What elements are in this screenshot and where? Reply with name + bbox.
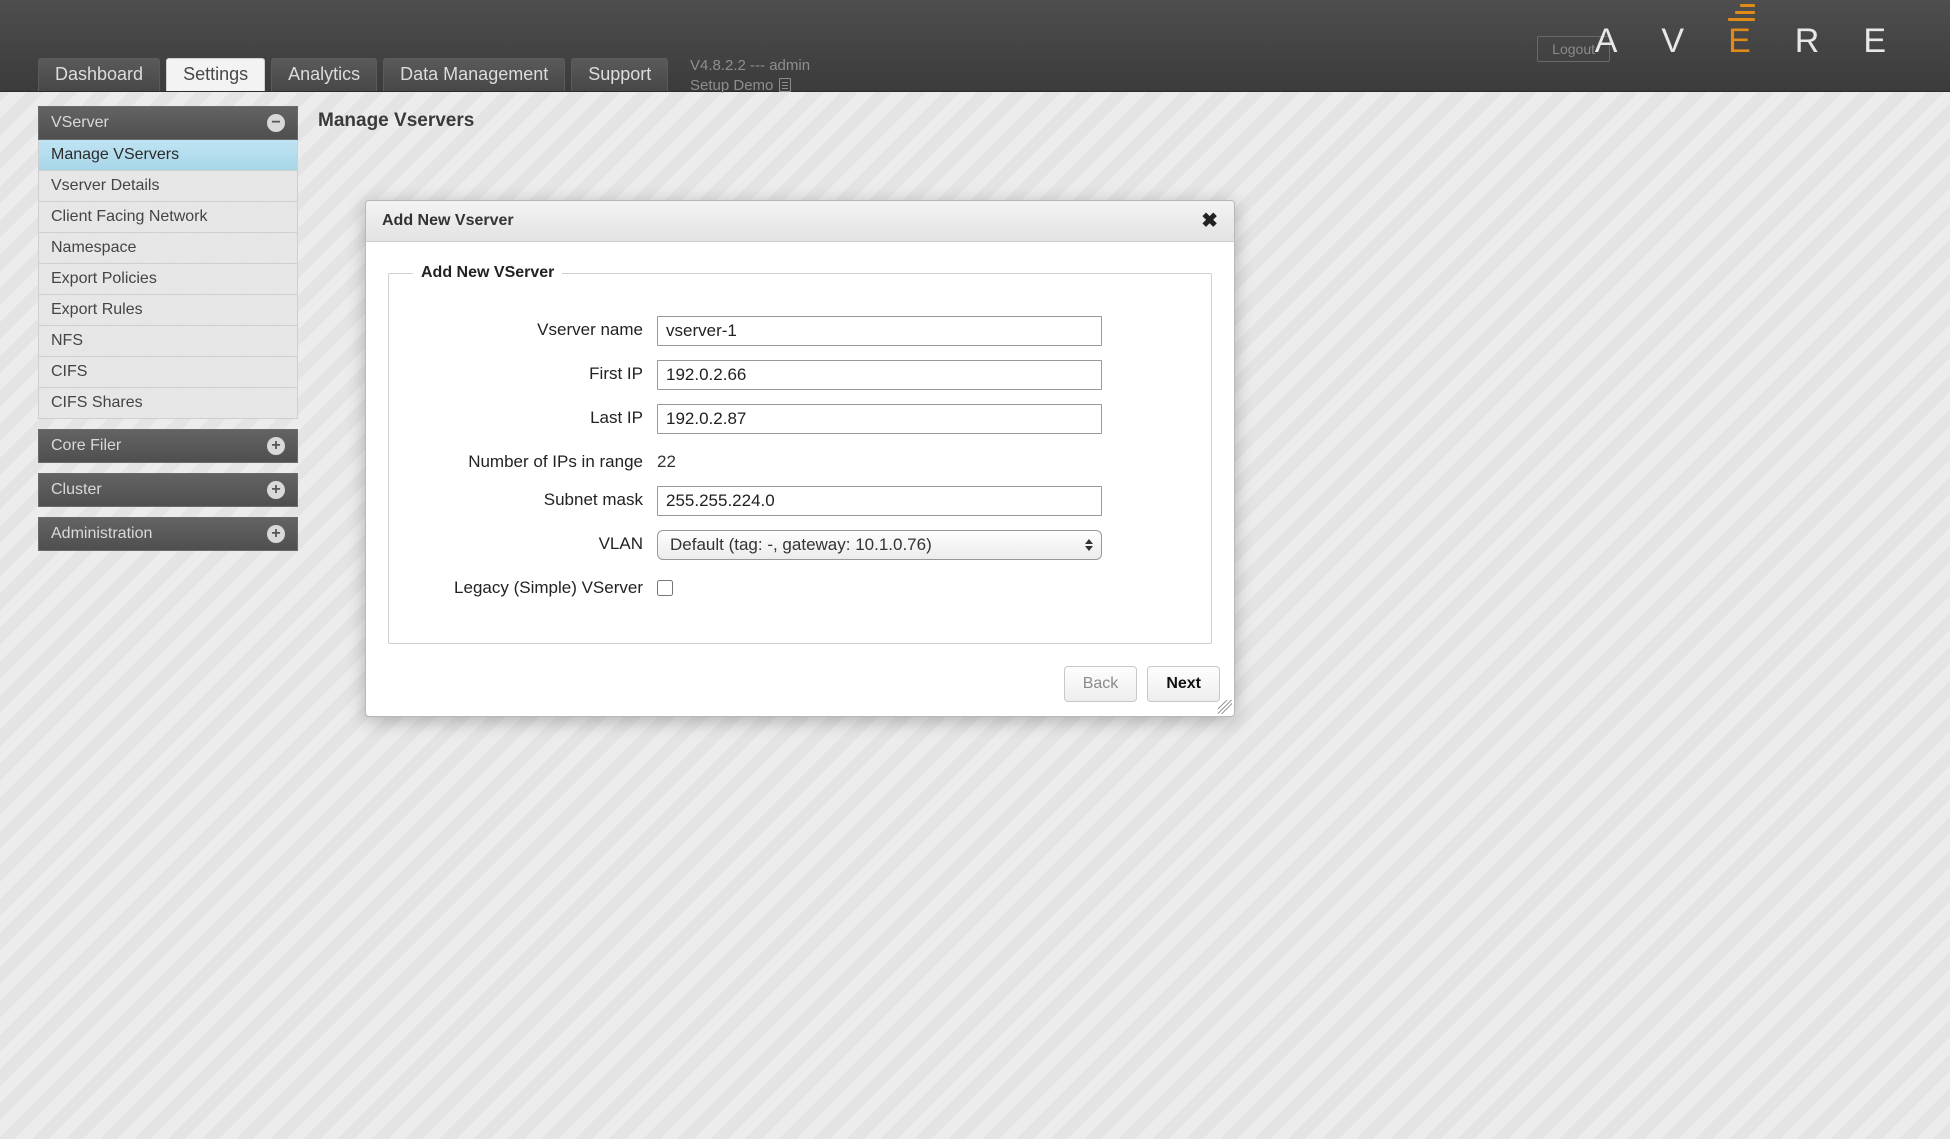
num-ips-value: 22 [657,448,1187,472]
legacy-vserver-checkbox[interactable] [657,580,673,596]
dialog-footer: Back Next [366,654,1234,716]
logo-letter: E [1863,22,1912,61]
vserver-name-label: Vserver name [413,316,643,340]
tab-dashboard[interactable]: Dashboard [38,58,160,91]
select-caret-icon [1085,539,1093,551]
sidebar-item-nfs[interactable]: NFS [38,326,298,357]
setup-demo-label: Setup Demo [690,76,773,96]
sidebar-item-client-facing-network[interactable]: Client Facing Network [38,202,298,233]
vserver-name-input[interactable] [657,316,1102,346]
subnet-mask-label: Subnet mask [413,486,643,510]
version-block: V4.8.2.2 --- admin Setup Demo [690,56,810,95]
subnet-mask-input[interactable] [657,486,1102,516]
sidebar: VServer − Manage VServers Vserver Detail… [38,106,298,551]
first-ip-input[interactable] [657,360,1102,390]
sidebar-section-label: Core Filer [51,437,121,455]
sidebar-section-cluster[interactable]: Cluster + [38,473,298,507]
page-title: Manage Vservers [318,110,1950,132]
sidebar-item-namespace[interactable]: Namespace [38,233,298,264]
content-area: Manage Vservers [316,106,1950,132]
setup-demo-link[interactable]: Setup Demo [690,76,791,96]
sidebar-item-cifs[interactable]: CIFS [38,357,298,388]
vlan-select[interactable]: Default (tag: -, gateway: 10.1.0.76) [657,530,1102,560]
sidebar-section-label: Administration [51,525,152,543]
dialog-title-text: Add New Vserver [382,212,514,230]
tab-support[interactable]: Support [571,58,668,91]
sidebar-section-core-filer[interactable]: Core Filer + [38,429,298,463]
topbar: Dashboard Settings Analytics Data Manage… [0,0,1950,92]
last-ip-label: Last IP [413,404,643,428]
next-button[interactable]: Next [1147,666,1220,702]
logo-letter-accent: E [1728,22,1777,61]
version-text: V4.8.2.2 --- admin [690,56,810,76]
sidebar-item-export-rules[interactable]: Export Rules [38,295,298,326]
logo-bars-icon [1728,4,1755,21]
avere-logo: A V E R E [1595,22,1912,61]
expand-icon: + [267,481,285,499]
add-vserver-fieldset: Add New VServer Vserver name First IP La… [388,264,1212,644]
first-ip-label: First IP [413,360,643,384]
sidebar-section-label: VServer [51,114,109,132]
logo-letter: V [1661,22,1710,61]
expand-icon: + [267,437,285,455]
sidebar-section-administration[interactable]: Administration + [38,517,298,551]
dialog-titlebar: Add New Vserver ✖ [366,201,1234,242]
add-vserver-dialog: Add New Vserver ✖ Add New VServer Vserve… [365,200,1235,717]
tab-data-management[interactable]: Data Management [383,58,565,91]
sidebar-section-vserver[interactable]: VServer − [38,106,298,140]
vlan-selected-text: Default (tag: -, gateway: 10.1.0.76) [670,535,932,554]
fieldset-legend: Add New VServer [413,264,562,282]
logo-letter: A [1595,22,1644,61]
tab-analytics[interactable]: Analytics [271,58,377,91]
sidebar-section-vserver-items: Manage VServers Vserver Details Client F… [38,140,298,419]
vlan-label: VLAN [413,530,643,554]
document-icon [779,78,791,92]
num-ips-label: Number of IPs in range [413,448,643,472]
expand-icon: + [267,525,285,543]
last-ip-input[interactable] [657,404,1102,434]
legacy-vserver-label: Legacy (Simple) VServer [413,574,643,598]
sidebar-item-manage-vservers[interactable]: Manage VServers [38,140,298,171]
close-icon[interactable]: ✖ [1201,211,1218,231]
collapse-icon: − [267,114,285,132]
tab-settings[interactable]: Settings [166,58,265,91]
logo-letter: R [1795,22,1846,61]
sidebar-item-cifs-shares[interactable]: CIFS Shares [38,388,298,419]
dialog-body: Add New VServer Vserver name First IP La… [366,242,1234,654]
back-button[interactable]: Back [1064,666,1138,702]
sidebar-item-export-policies[interactable]: Export Policies [38,264,298,295]
main-nav-tabs: Dashboard Settings Analytics Data Manage… [38,58,668,91]
sidebar-item-vserver-details[interactable]: Vserver Details [38,171,298,202]
resize-grip-icon[interactable] [1218,700,1232,714]
sidebar-section-label: Cluster [51,481,102,499]
